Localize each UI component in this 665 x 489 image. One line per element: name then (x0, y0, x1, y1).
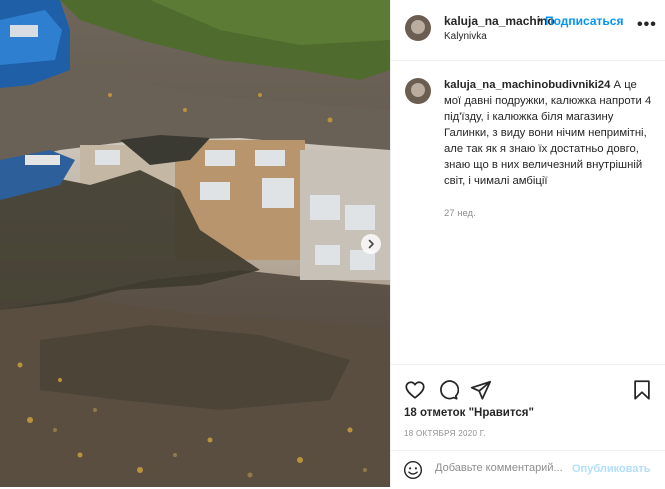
post-dialog: kaluja_na_machino • Подписаться Kalynivk… (0, 0, 665, 487)
post-header: kaluja_na_machino • Подписаться Kalynivk… (391, 0, 665, 61)
comment-form: Опубликовать (391, 450, 665, 489)
action-section: 18 отметок "Нравится" 18 ОКТЯБРЯ 2020 Г.… (391, 364, 665, 485)
caption-text: А це мої давні подружки, калюжка напроти… (444, 79, 652, 187)
emoji-icon[interactable] (403, 460, 423, 480)
publish-button[interactable]: Опубликовать (572, 463, 651, 475)
caption-username[interactable]: kaluja_na_machinobudivniki24 (444, 79, 610, 91)
likes-count[interactable]: 18 отметок "Нравится" (404, 407, 534, 419)
caption-avatar[interactable] (405, 78, 431, 104)
follow-button[interactable]: Подписаться (545, 14, 623, 28)
comment-input[interactable] (435, 462, 563, 474)
location-link[interactable]: Kalynivka (444, 31, 487, 42)
comment-icon[interactable] (437, 379, 459, 401)
share-icon[interactable] (470, 379, 492, 401)
caption: kaluja_na_machinobudivniki24 А це мої да… (444, 77, 656, 189)
caption-timestamp[interactable]: 27 нед. (444, 208, 476, 219)
post-sidebar: kaluja_na_machino • Подписаться Kalynivk… (390, 0, 665, 487)
avatar[interactable] (405, 15, 431, 41)
heart-icon[interactable] (404, 379, 426, 401)
bookmark-icon[interactable] (631, 379, 653, 401)
more-icon[interactable]: ••• (637, 16, 657, 34)
post-photo[interactable] (0, 0, 390, 487)
chevron-right-icon (368, 239, 374, 249)
puddle-photo (0, 0, 390, 487)
post-date[interactable]: 18 ОКТЯБРЯ 2020 Г. (404, 429, 486, 438)
next-photo-button[interactable] (361, 234, 381, 254)
separator-dot: • (537, 13, 542, 27)
